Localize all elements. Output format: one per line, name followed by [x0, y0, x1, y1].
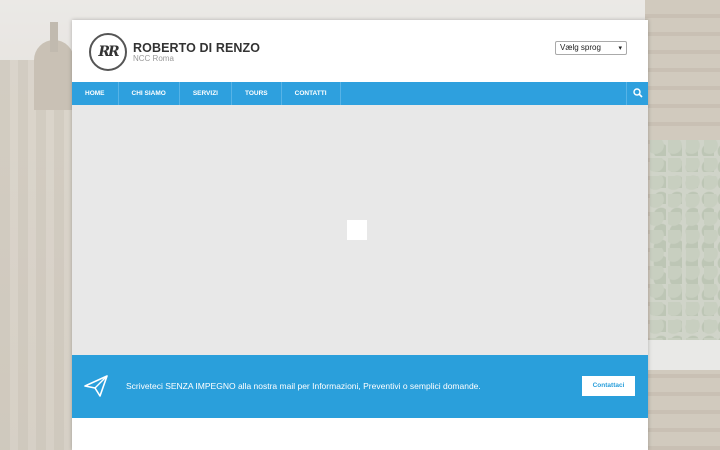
nav-item-chi-siamo[interactable]: CHI SIAMO: [119, 82, 180, 105]
nav-item-home[interactable]: HOME: [72, 82, 119, 105]
hero-slider: [72, 105, 648, 355]
loading-indicator: [347, 220, 367, 240]
page-container: RR ROBERTO DI RENZO NCC Roma Vælg sprog …: [72, 20, 648, 450]
nav-item-tours[interactable]: TOURS: [232, 82, 282, 105]
language-select[interactable]: Vælg sprog ▾: [555, 41, 627, 55]
main-nav: HOME CHI SIAMO SERVIZI TOURS CONTATTI: [72, 82, 648, 105]
search-icon: [633, 88, 643, 98]
site-subtitle: NCC Roma: [133, 54, 174, 63]
nav-item-servizi[interactable]: SERVIZI: [180, 82, 232, 105]
contact-banner: Scriveteci SENZA IMPEGNO alla nostra mai…: [72, 355, 648, 418]
site-header: RR ROBERTO DI RENZO NCC Roma Vælg sprog …: [72, 20, 648, 82]
contact-banner-text: Scriveteci SENZA IMPEGNO alla nostra mai…: [126, 381, 481, 391]
paper-plane-icon: [84, 375, 108, 397]
logo-monogram: RR: [98, 44, 119, 60]
chevron-down-icon: ▾: [618, 45, 622, 52]
language-select-value: Vælg sprog: [560, 43, 601, 52]
site-logo[interactable]: RR: [89, 33, 127, 71]
contact-button[interactable]: Contattaci: [582, 376, 635, 396]
search-button[interactable]: [626, 82, 648, 105]
nav-item-contatti[interactable]: CONTATTI: [282, 82, 341, 105]
site-title[interactable]: ROBERTO DI RENZO: [133, 41, 260, 55]
